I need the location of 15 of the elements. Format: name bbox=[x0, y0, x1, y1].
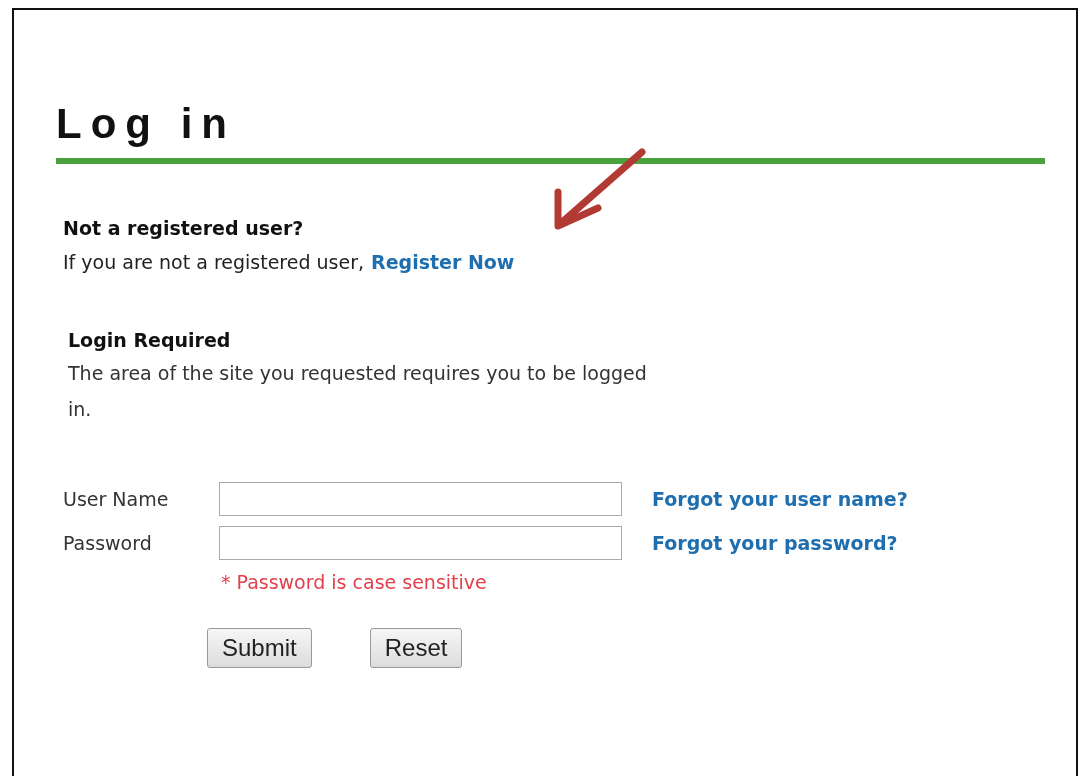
submit-button[interactable]: Submit bbox=[207, 628, 312, 668]
section-heading: Login Required bbox=[68, 328, 232, 353]
field-label: User Name bbox=[63, 488, 170, 510]
section-heading: Not a registered user? bbox=[63, 216, 305, 241]
field-label: Password bbox=[63, 532, 153, 554]
reset-button[interactable]: Reset bbox=[369, 628, 463, 668]
forgot-link[interactable]: Forgot your password? bbox=[652, 532, 898, 554]
hint-text: * Password is case sensitive bbox=[221, 570, 488, 594]
page-title: Log in bbox=[56, 102, 236, 146]
forgot-link[interactable]: Forgot your user name? bbox=[652, 488, 908, 510]
username-field[interactable] bbox=[219, 482, 622, 516]
register-link[interactable]: Register Now bbox=[371, 249, 515, 275]
notice-text: The area of the site you requested requires you to be logged in. bbox=[68, 361, 648, 422]
password-field[interactable] bbox=[219, 526, 622, 560]
register-text: If you are not a registered user, bbox=[63, 250, 364, 275]
